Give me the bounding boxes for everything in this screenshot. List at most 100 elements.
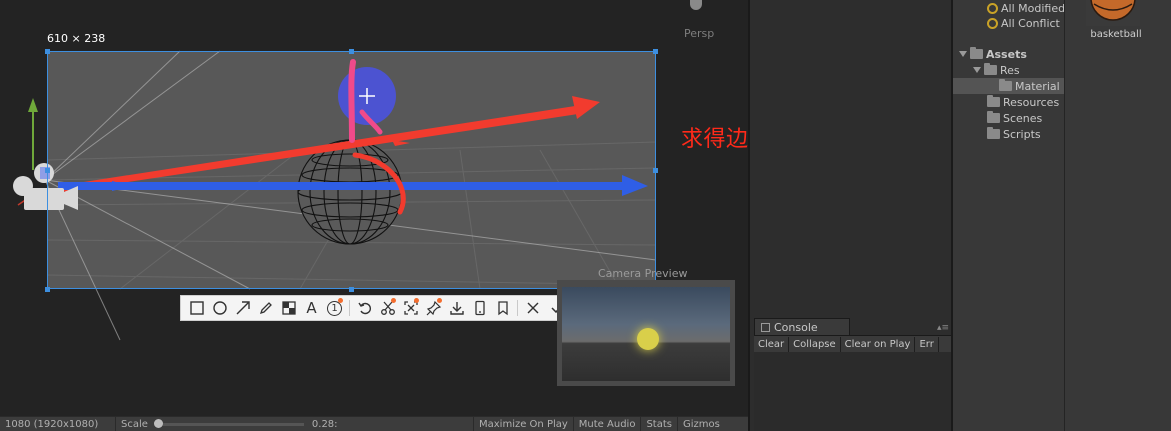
text-tool[interactable]: A: [300, 296, 323, 320]
tree-item-all-modified[interactable]: All Modified: [987, 0, 1065, 16]
search-icon: [987, 2, 998, 14]
folder-icon: [984, 63, 997, 75]
console-icon: [761, 322, 770, 332]
phone-button[interactable]: [468, 296, 491, 320]
text-icon: A: [306, 299, 317, 317]
options-dot: [391, 298, 396, 303]
tree-item-label: All Modified: [1001, 1, 1066, 15]
tree-item-label: All Conflict: [1001, 16, 1060, 30]
error-pause-button[interactable]: Err: [915, 336, 939, 352]
folder-icon: [999, 79, 1012, 91]
asset-label[interactable]: basketball: [1086, 29, 1146, 40]
scale-label: Scale: [121, 418, 148, 430]
phone-icon: [474, 300, 485, 316]
ellipse-icon: [212, 301, 227, 315]
mosaic-tool[interactable]: [277, 296, 300, 320]
console-tab[interactable]: Console: [754, 318, 850, 335]
tree-item-label: Material: [1015, 79, 1060, 93]
camera-preview-title: Camera Preview: [598, 267, 688, 280]
number-tool[interactable]: 1: [323, 296, 346, 320]
tree-item-all-conflict[interactable]: All Conflict: [987, 15, 1060, 31]
options-dot: [437, 298, 442, 303]
tree-item-res[interactable]: Res: [973, 62, 1020, 78]
tree-item-assets[interactable]: Assets: [959, 46, 1027, 62]
scale-value: 0.28:: [311, 418, 338, 430]
folder-icon: [970, 47, 983, 59]
stats-toggle[interactable]: Stats: [641, 416, 678, 431]
mosaic-icon: [281, 301, 296, 315]
number-glyph: 1: [331, 302, 338, 314]
resize-handle-r[interactable]: [653, 168, 658, 173]
rectangle-icon: [189, 301, 204, 315]
panel-divider[interactable]: [1064, 0, 1065, 431]
undo-button[interactable]: [353, 296, 376, 320]
middle-panel: Console ▴≡ Clear Collapse Clear on Play …: [748, 0, 953, 431]
camera-preview-image: [562, 287, 730, 381]
undo-icon: [357, 302, 371, 315]
tree-item-scripts[interactable]: Scripts: [987, 126, 1041, 142]
toolbar-divider: [517, 300, 518, 316]
crop-tool[interactable]: [399, 296, 422, 320]
basketball-thumbnail[interactable]: [1086, 0, 1140, 26]
search-icon: [987, 17, 998, 29]
toolbar-divider: [349, 300, 350, 316]
chevron-down-icon[interactable]: [959, 51, 967, 57]
options-dot: [414, 298, 419, 303]
clear-button[interactable]: Clear: [754, 336, 790, 352]
console-tab-label: Console: [774, 320, 818, 334]
pen-tool[interactable]: [254, 296, 277, 320]
sun-icon: [637, 328, 659, 350]
save-button[interactable]: [445, 296, 468, 320]
arrow-icon: [236, 301, 250, 315]
resize-handle-tl[interactable]: [45, 49, 50, 54]
mute-audio-toggle[interactable]: Mute Audio: [574, 416, 642, 431]
clear-on-play-button[interactable]: Clear on Play: [841, 336, 916, 352]
resize-handle-l[interactable]: [45, 168, 50, 173]
slider-knob[interactable]: [153, 418, 163, 428]
rectangle-tool[interactable]: [185, 296, 208, 320]
projection-label[interactable]: Persp: [684, 27, 714, 40]
console-log[interactable]: [754, 352, 953, 431]
tree-item-material[interactable]: Material: [953, 78, 1065, 94]
scene-view[interactable]: Persp 610 × 238 A 1 Camera Preview: [0, 0, 748, 416]
cancel-button[interactable]: [521, 296, 544, 320]
resize-handle-tr[interactable]: [653, 49, 658, 54]
console-toolbar: Clear Collapse Clear on Play Err: [754, 335, 953, 352]
gizmos-dropdown[interactable]: Gizmos: [678, 417, 725, 431]
resolution-dropdown[interactable]: 1080 (1920x1080): [0, 416, 116, 431]
cut-tool[interactable]: [376, 296, 399, 320]
capture-region[interactable]: [47, 51, 656, 289]
folder-icon: [987, 127, 1000, 139]
game-view-toolbar: 1080 (1920x1080) Scale 0.28: Maximize On…: [0, 416, 748, 431]
chevron-down-icon[interactable]: [973, 67, 981, 73]
tree-item-label: Resources: [1003, 95, 1060, 109]
capture-size-label: 610 × 238: [47, 32, 106, 45]
project-panel: All Modified All Conflict Assets Res Mat…: [951, 0, 1171, 431]
resize-handle-t[interactable]: [349, 49, 354, 54]
tree-item-scenes[interactable]: Scenes: [987, 110, 1042, 126]
camera-preview: [557, 280, 735, 386]
ellipse-tool[interactable]: [208, 296, 231, 320]
folder-icon: [987, 95, 1000, 107]
close-icon: [527, 302, 538, 314]
options-dot: [338, 298, 343, 303]
bookmark-icon: [497, 301, 508, 316]
tree-item-label: Scripts: [1003, 127, 1041, 141]
resize-handle-b[interactable]: [349, 287, 354, 292]
pencil-icon: [259, 302, 272, 315]
scale-slider[interactable]: [153, 418, 304, 428]
folder-icon: [987, 111, 1000, 123]
project-tree: All Modified All Conflict Assets Res Mat…: [953, 0, 1065, 431]
pin-button[interactable]: [422, 296, 445, 320]
maximize-on-play-toggle[interactable]: Maximize On Play: [474, 416, 574, 431]
tree-item-label: Res: [1000, 63, 1020, 77]
tree-item-label: Assets: [986, 47, 1027, 61]
tree-item-resources[interactable]: Resources: [987, 94, 1059, 110]
download-icon: [449, 302, 464, 315]
resize-handle-bl[interactable]: [45, 287, 50, 292]
collapse-button[interactable]: Collapse: [789, 336, 841, 352]
bookmark-button[interactable]: [491, 296, 514, 320]
arrow-tool[interactable]: [231, 296, 254, 320]
scale-control[interactable]: Scale 0.28:: [116, 416, 474, 431]
tab-menu-icon[interactable]: ▴≡: [937, 323, 949, 333]
